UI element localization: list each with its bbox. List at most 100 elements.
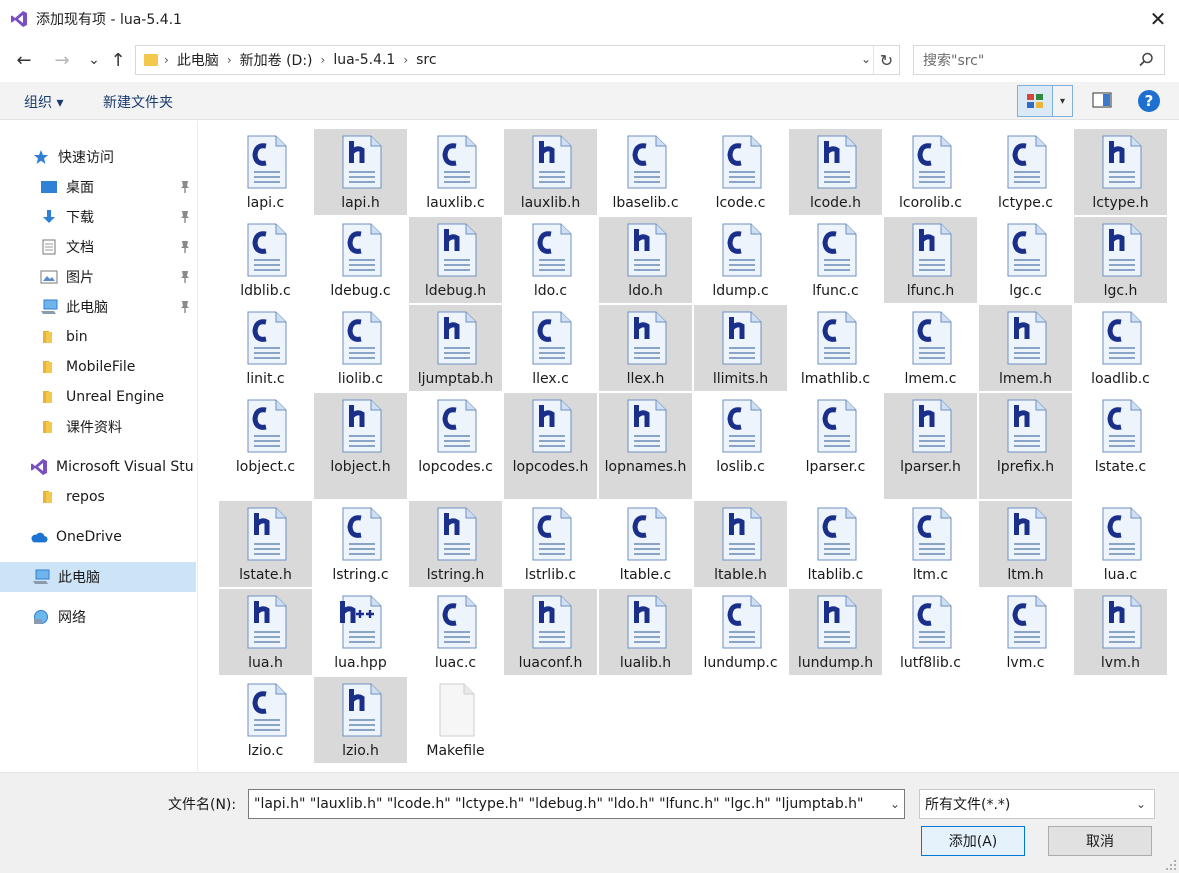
file-item[interactable]: Makefile <box>409 677 502 763</box>
breadcrumb-this-pc[interactable]: 此电脑 <box>177 50 219 70</box>
address-bar[interactable]: › 此电脑 › 新加卷 (D:) › lua-5.4.1 › src ⌄ ↻ <box>135 45 900 75</box>
file-item[interactable]: lauxlib.h <box>504 129 597 215</box>
file-item[interactable]: lcode.c <box>694 129 787 215</box>
file-item[interactable]: lua.c <box>1074 501 1167 587</box>
sidebar-item[interactable]: 此电脑 <box>0 562 196 592</box>
file-item[interactable]: lauxlib.c <box>409 129 502 215</box>
file-item[interactable]: lapi.c <box>219 129 312 215</box>
file-item[interactable]: loadlib.c <box>1074 305 1167 391</box>
sidebar-item[interactable]: 快速访问 <box>0 142 196 172</box>
file-item[interactable]: luac.c <box>409 589 502 675</box>
chevron-right-icon[interactable]: › <box>321 53 326 67</box>
file-item[interactable]: ldebug.c <box>314 217 407 303</box>
sidebar-item[interactable]: 文档 <box>0 232 196 262</box>
file-item[interactable]: lvm.h <box>1074 589 1167 675</box>
file-item[interactable]: lfunc.c <box>789 217 882 303</box>
file-item[interactable]: lstrlib.c <box>504 501 597 587</box>
file-item[interactable]: ldblib.c <box>219 217 312 303</box>
file-item[interactable]: lmem.h <box>979 305 1072 391</box>
file-item[interactable]: lparser.c <box>789 393 882 499</box>
file-item[interactable]: lopnames.h <box>599 393 692 499</box>
filename-dropdown-icon[interactable]: ⌄ <box>890 797 900 811</box>
file-item[interactable]: lobject.h <box>314 393 407 499</box>
file-item[interactable]: lopcodes.c <box>409 393 502 499</box>
file-item[interactable]: loslib.c <box>694 393 787 499</box>
sidebar-item[interactable]: repos <box>0 482 196 512</box>
file-item[interactable]: ltm.h <box>979 501 1072 587</box>
new-folder-button[interactable]: 新建文件夹 <box>103 92 173 112</box>
file-item[interactable]: ltablib.c <box>789 501 882 587</box>
file-item[interactable]: ldump.c <box>694 217 787 303</box>
chevron-right-icon[interactable]: › <box>227 53 232 67</box>
file-item[interactable]: lctype.c <box>979 129 1072 215</box>
forward-button[interactable]: → <box>50 48 74 72</box>
refresh-button[interactable]: ↻ <box>873 46 899 74</box>
sidebar-item[interactable]: OneDrive <box>0 522 196 552</box>
file-item[interactable]: lgc.h <box>1074 217 1167 303</box>
sidebar-item[interactable]: Microsoft Visual Stu <box>0 452 196 482</box>
file-item[interactable]: lcode.h <box>789 129 882 215</box>
file-item[interactable]: luaconf.h <box>504 589 597 675</box>
sidebar-item[interactable]: 图片 <box>0 262 196 292</box>
file-item[interactable]: lctype.h <box>1074 129 1167 215</box>
file-item[interactable]: ltable.h <box>694 501 787 587</box>
file-item[interactable]: lzio.c <box>219 677 312 763</box>
file-item[interactable]: lmem.c <box>884 305 977 391</box>
file-item[interactable]: ldebug.h <box>409 217 502 303</box>
sidebar-item[interactable]: 下载 <box>0 202 196 232</box>
cancel-button[interactable]: 取消 <box>1048 826 1152 856</box>
file-item[interactable]: lmathlib.c <box>789 305 882 391</box>
file-item[interactable]: lvm.c <box>979 589 1072 675</box>
file-item[interactable]: lundump.c <box>694 589 787 675</box>
close-button[interactable]: ✕ <box>1145 6 1171 32</box>
view-mode-button[interactable] <box>1017 85 1053 117</box>
view-mode-dropdown[interactable]: ▾ <box>1053 85 1073 117</box>
sidebar-item[interactable]: 桌面 <box>0 172 196 202</box>
back-button[interactable]: ← <box>12 48 36 72</box>
file-item[interactable]: liolib.c <box>314 305 407 391</box>
file-item[interactable]: llimits.h <box>694 305 787 391</box>
resize-grip-icon[interactable] <box>1165 859 1177 871</box>
chevron-right-icon[interactable]: › <box>164 53 169 67</box>
file-item[interactable]: ljumptab.h <box>409 305 502 391</box>
file-item[interactable]: lopcodes.h <box>504 393 597 499</box>
sidebar-item[interactable]: bin <box>0 322 196 352</box>
file-item[interactable]: lprefix.h <box>979 393 1072 499</box>
breadcrumb-lua-folder[interactable]: lua-5.4.1 <box>333 52 395 68</box>
file-item[interactable]: lstate.h <box>219 501 312 587</box>
file-item[interactable]: ldo.c <box>504 217 597 303</box>
address-dropdown-icon[interactable]: ⌄ <box>861 52 871 66</box>
file-item[interactable]: lstring.h <box>409 501 502 587</box>
file-item[interactable]: ltable.c <box>599 501 692 587</box>
sidebar-item[interactable]: MobileFile <box>0 352 196 382</box>
file-item[interactable]: lutf8lib.c <box>884 589 977 675</box>
preview-pane-icon[interactable] <box>1092 91 1112 109</box>
file-item[interactable]: lzio.h <box>314 677 407 763</box>
organize-menu[interactable]: 组织 ▾ <box>24 92 63 112</box>
file-item[interactable]: ltm.c <box>884 501 977 587</box>
recent-locations-button[interactable]: ⌄ <box>82 48 106 72</box>
file-item[interactable]: lgc.c <box>979 217 1072 303</box>
file-item[interactable]: lua.hpp <box>314 589 407 675</box>
filetype-select[interactable]: 所有文件(*.*) ⌄ <box>919 789 1155 819</box>
filetype-dropdown-icon[interactable]: ⌄ <box>1136 797 1146 811</box>
breadcrumb-drive-d[interactable]: 新加卷 (D:) <box>240 50 313 70</box>
up-button[interactable]: ↑ <box>106 48 130 72</box>
file-item[interactable]: lobject.c <box>219 393 312 499</box>
file-item[interactable]: llex.h <box>599 305 692 391</box>
file-item[interactable]: llex.c <box>504 305 597 391</box>
file-item[interactable]: lapi.h <box>314 129 407 215</box>
sidebar-item[interactable]: 此电脑 <box>0 292 196 322</box>
file-item[interactable]: lbaselib.c <box>599 129 692 215</box>
file-item[interactable]: lundump.h <box>789 589 882 675</box>
file-item[interactable]: lstring.c <box>314 501 407 587</box>
filename-input[interactable]: "lapi.h" "lauxlib.h" "lcode.h" "lctype.h… <box>248 789 905 819</box>
add-button[interactable]: 添加(A) <box>921 826 1025 856</box>
file-item[interactable]: lua.h <box>219 589 312 675</box>
search-input[interactable]: 搜索"src" <box>913 45 1165 75</box>
sidebar-item[interactable]: 网络 <box>0 602 196 632</box>
file-item[interactable]: lcorolib.c <box>884 129 977 215</box>
file-item[interactable]: linit.c <box>219 305 312 391</box>
sidebar-item[interactable]: 课件资料 <box>0 412 196 442</box>
sidebar-item[interactable]: Unreal Engine <box>0 382 196 412</box>
